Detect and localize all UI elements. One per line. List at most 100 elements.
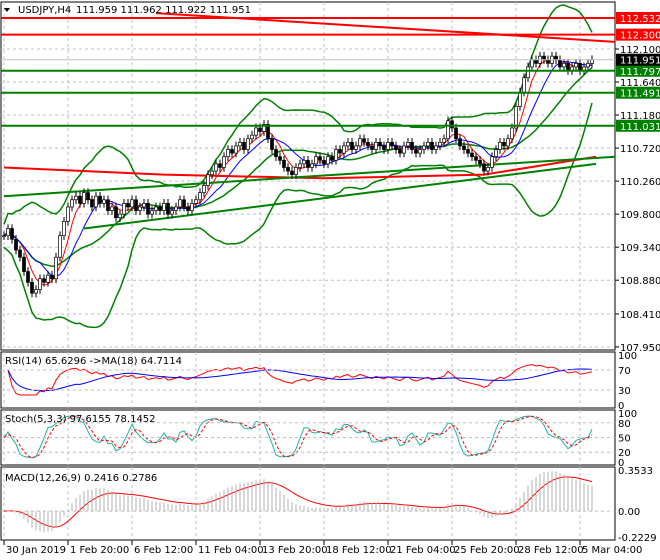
bull-candle [498, 141, 502, 150]
price-level-label: 112.532 [620, 14, 660, 25]
bear-candle [546, 59, 550, 64]
bull-candle [214, 163, 218, 172]
bear-candle [186, 206, 190, 211]
bull-candle [294, 167, 298, 176]
bear-candle [146, 203, 150, 215]
bull-candle [54, 256, 58, 280]
bull-candle [234, 145, 238, 154]
chart-ohlc: 111.959 111.962 111.922 111.951 [76, 5, 251, 16]
bull-candle [562, 63, 566, 68]
bear-candle [362, 138, 366, 143]
bull-candle [102, 199, 106, 204]
price-level-label: 111.491 [620, 89, 660, 100]
bull-candle [310, 163, 314, 168]
bear-candle [290, 170, 294, 175]
bull-candle [254, 127, 258, 136]
bull-candle [190, 203, 194, 211]
bull-candle [226, 149, 230, 158]
bear-candle [338, 149, 342, 154]
rsi-axis-label: 30 [618, 386, 631, 397]
bull-candle [6, 228, 10, 237]
bear-candle [370, 145, 374, 150]
rsi-label: RSI(14) 65.6296 ->MA(18) 64.7114 [5, 356, 182, 367]
bull-candle [590, 59, 594, 64]
bear-candle [98, 195, 102, 204]
bear-candle [282, 159, 286, 168]
bear-candle [126, 203, 130, 208]
bear-candle [382, 145, 386, 150]
trading-chart[interactable]: 30 Jan 2019 1 Feb 20:00 6 Feb 12:00 11 Feb … [0, 0, 660, 560]
price-axis-label: 109.340 [620, 243, 660, 254]
bear-candle [322, 159, 326, 165]
price-axis-label: 109.800 [620, 210, 660, 221]
stoch-label: Stoch(5,3,3) 97.6155 78.1452 [5, 414, 156, 425]
bull-candle [250, 134, 254, 140]
bull-candle [374, 141, 378, 150]
price-axis-label: 108.410 [620, 310, 660, 321]
bear-candle [114, 206, 118, 219]
bull-candle [402, 145, 406, 154]
bull-candle [122, 203, 126, 215]
stoch-axis-label: 80 [618, 419, 631, 430]
bear-candle [78, 195, 82, 204]
time-axis-label: 30 Jan 2019 [6, 545, 66, 556]
price-level-label: 111.797 [620, 67, 660, 78]
bull-candle [210, 170, 214, 175]
bear-candle [50, 274, 54, 280]
bear-candle [26, 271, 30, 283]
bear-candle [286, 167, 290, 172]
bull-candle [174, 206, 178, 211]
bear-candle [22, 256, 26, 272]
bull-candle [170, 210, 174, 215]
bear-candle [14, 238, 18, 251]
price-level-label: 112.300 [620, 31, 660, 42]
time-axis-label: 1 Feb 20:00 [70, 545, 129, 556]
price-axis-label: 108.880 [620, 276, 660, 287]
bear-candle [318, 156, 322, 161]
bull-candle [138, 206, 142, 211]
time-axis-label: 11 Feb 04:00 [198, 545, 264, 556]
bull-candle [70, 199, 74, 208]
bull-candle [434, 145, 438, 150]
bull-candle [142, 203, 146, 208]
bull-candle [178, 199, 182, 208]
bull-candle [526, 66, 530, 79]
bull-candle [38, 278, 42, 290]
bull-candle [494, 149, 498, 158]
bear-candle [10, 228, 14, 240]
bear-candle [278, 156, 282, 161]
current-price-label: 111.951 [620, 56, 660, 67]
chart-canvas[interactable]: 30 Jan 2019 1 Feb 20:00 6 Feb 12:00 11 Feb … [0, 0, 660, 560]
time-axis-label: 21 Feb 04:00 [390, 545, 456, 556]
bear-candle [534, 59, 538, 64]
bear-candle [474, 156, 478, 161]
bull-candle [514, 106, 518, 129]
bull-candle [354, 145, 358, 150]
bear-candle [470, 152, 474, 158]
bull-candle [386, 141, 390, 150]
bear-candle [430, 141, 434, 150]
bull-candle [326, 156, 330, 165]
bull-candle [74, 195, 78, 201]
bull-candle [46, 274, 50, 283]
bull-candle [314, 156, 318, 165]
bear-candle [30, 282, 34, 294]
bull-candle [202, 185, 206, 193]
bear-candle [390, 141, 394, 147]
macd-axis-label: 0.3533 [618, 466, 653, 477]
rsi-axis-label: 100 [618, 351, 637, 362]
bear-candle [578, 63, 582, 71]
rsi-axis-label: 70 [618, 366, 631, 377]
time-axis-label: 13 Feb 20:00 [262, 545, 328, 556]
bear-candle [566, 63, 570, 71]
bear-candle [482, 163, 486, 172]
bull-candle [194, 199, 198, 204]
bear-candle [230, 149, 234, 154]
bear-candle [330, 156, 334, 161]
bull-candle [130, 199, 134, 208]
bull-candle [358, 138, 362, 147]
bull-candle [438, 141, 442, 147]
bear-candle [134, 199, 138, 211]
bull-candle [302, 159, 306, 165]
bull-candle [222, 156, 226, 168]
